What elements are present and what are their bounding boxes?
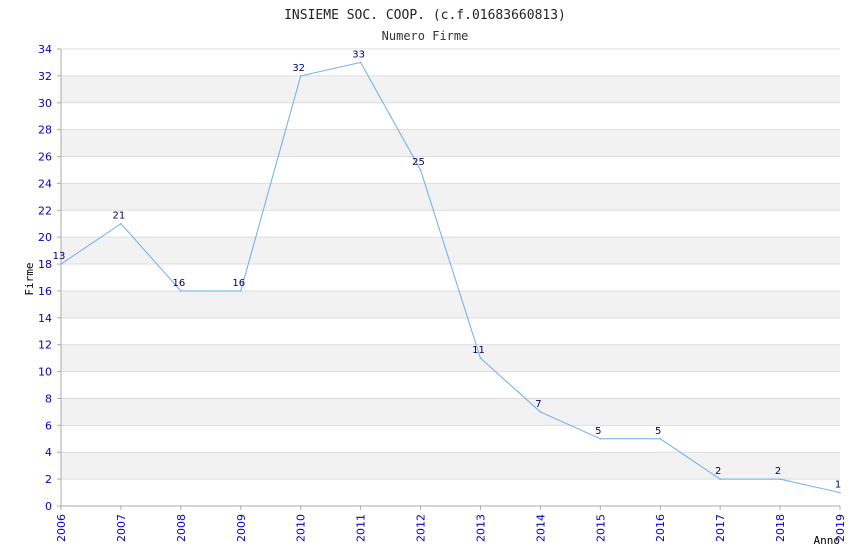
x-tick-label: 2006 <box>55 514 68 542</box>
grid-band <box>61 156 840 184</box>
data-point <box>779 478 781 480</box>
data-label: 5 <box>595 426 601 437</box>
data-point <box>539 411 542 413</box>
data-point <box>239 290 242 292</box>
x-tick-label: 2013 <box>474 514 487 542</box>
y-axis-ticks: 0246810121416182022242628303234 <box>38 43 61 513</box>
data-label: 16 <box>172 278 185 289</box>
grid-band <box>61 49 840 76</box>
data-point <box>359 61 362 64</box>
data-label: 7 <box>535 399 541 410</box>
data-label: 21 <box>113 211 126 222</box>
x-tick-label: 2008 <box>175 514 188 542</box>
y-tick-label: 12 <box>38 339 52 352</box>
data-label: 32 <box>292 63 305 74</box>
grid-band <box>61 371 840 399</box>
y-tick-label: 0 <box>45 500 52 513</box>
y-tick-label: 22 <box>38 204 52 217</box>
y-tick-label: 10 <box>38 366 52 379</box>
data-point <box>479 357 482 359</box>
chart-title: INSIEME SOC. COOP. (c.f.01683660813) <box>284 8 566 23</box>
x-axis-title: Anno <box>814 534 841 547</box>
grid-band <box>61 479 840 506</box>
y-tick-label: 20 <box>38 231 52 244</box>
y-tick-label: 16 <box>38 285 52 298</box>
data-point <box>60 263 62 265</box>
y-tick-label: 4 <box>45 446 52 459</box>
x-tick-label: 2016 <box>654 514 667 542</box>
grid-band <box>61 102 840 130</box>
data-label: 33 <box>352 49 365 60</box>
data-point <box>180 290 182 292</box>
x-tick-label: 2011 <box>355 514 368 542</box>
data-label: 1 <box>835 480 841 491</box>
x-tick-label: 2018 <box>774 514 787 542</box>
x-tick-label: 2007 <box>115 514 128 542</box>
y-tick-label: 2 <box>45 473 52 486</box>
line-chart: 0246810121416182022242628303234 2006 2007… <box>23 8 847 547</box>
data-label: 16 <box>232 278 245 289</box>
x-axis-ticks: 2006 2007 2008 2009 2010 2011 2012 2013 2014 2015… <box>55 506 847 542</box>
grid-band <box>61 129 840 157</box>
grid-band <box>61 75 840 103</box>
x-tick-label: 2017 <box>714 514 727 542</box>
y-tick-label: 34 <box>38 43 52 56</box>
y-tick-label: 18 <box>38 258 52 271</box>
data-label: 2 <box>715 466 721 477</box>
data-label: 2 <box>775 466 781 477</box>
x-tick-label: 2015 <box>594 514 607 542</box>
data-point <box>719 478 721 480</box>
y-tick-label: 32 <box>38 70 52 83</box>
x-tick-label: 2010 <box>295 514 308 542</box>
x-tick-label: 2009 <box>235 514 248 542</box>
data-point <box>299 75 302 77</box>
data-point <box>599 437 602 440</box>
data-point <box>419 169 422 171</box>
chart-subtitle: Numero Firme <box>382 29 469 43</box>
grid-band <box>61 183 840 211</box>
y-axis-title: Firme <box>23 262 36 295</box>
grid-band <box>61 210 840 238</box>
data-label: 13 <box>53 251 66 262</box>
data-point <box>120 222 122 225</box>
grid-band <box>61 290 840 318</box>
grid-band <box>61 425 840 453</box>
y-tick-label: 24 <box>38 177 52 190</box>
y-tick-label: 6 <box>45 419 52 432</box>
grid-band <box>61 237 840 265</box>
data-label: 25 <box>412 157 425 168</box>
y-tick-label: 30 <box>38 97 52 110</box>
grid-band <box>61 398 840 426</box>
x-tick-label: 2014 <box>534 514 547 542</box>
y-tick-label: 14 <box>38 312 52 325</box>
grid-band <box>61 317 840 345</box>
y-tick-label: 8 <box>45 392 52 405</box>
x-tick-label: 2012 <box>415 514 428 542</box>
data-label: 5 <box>655 426 661 437</box>
data-point <box>839 491 841 494</box>
data-label: 11 <box>472 345 485 356</box>
y-tick-label: 26 <box>38 151 52 164</box>
grid-band <box>61 452 840 480</box>
data-point <box>659 437 662 440</box>
grid-band <box>61 344 840 372</box>
y-tick-label: 28 <box>38 124 52 137</box>
